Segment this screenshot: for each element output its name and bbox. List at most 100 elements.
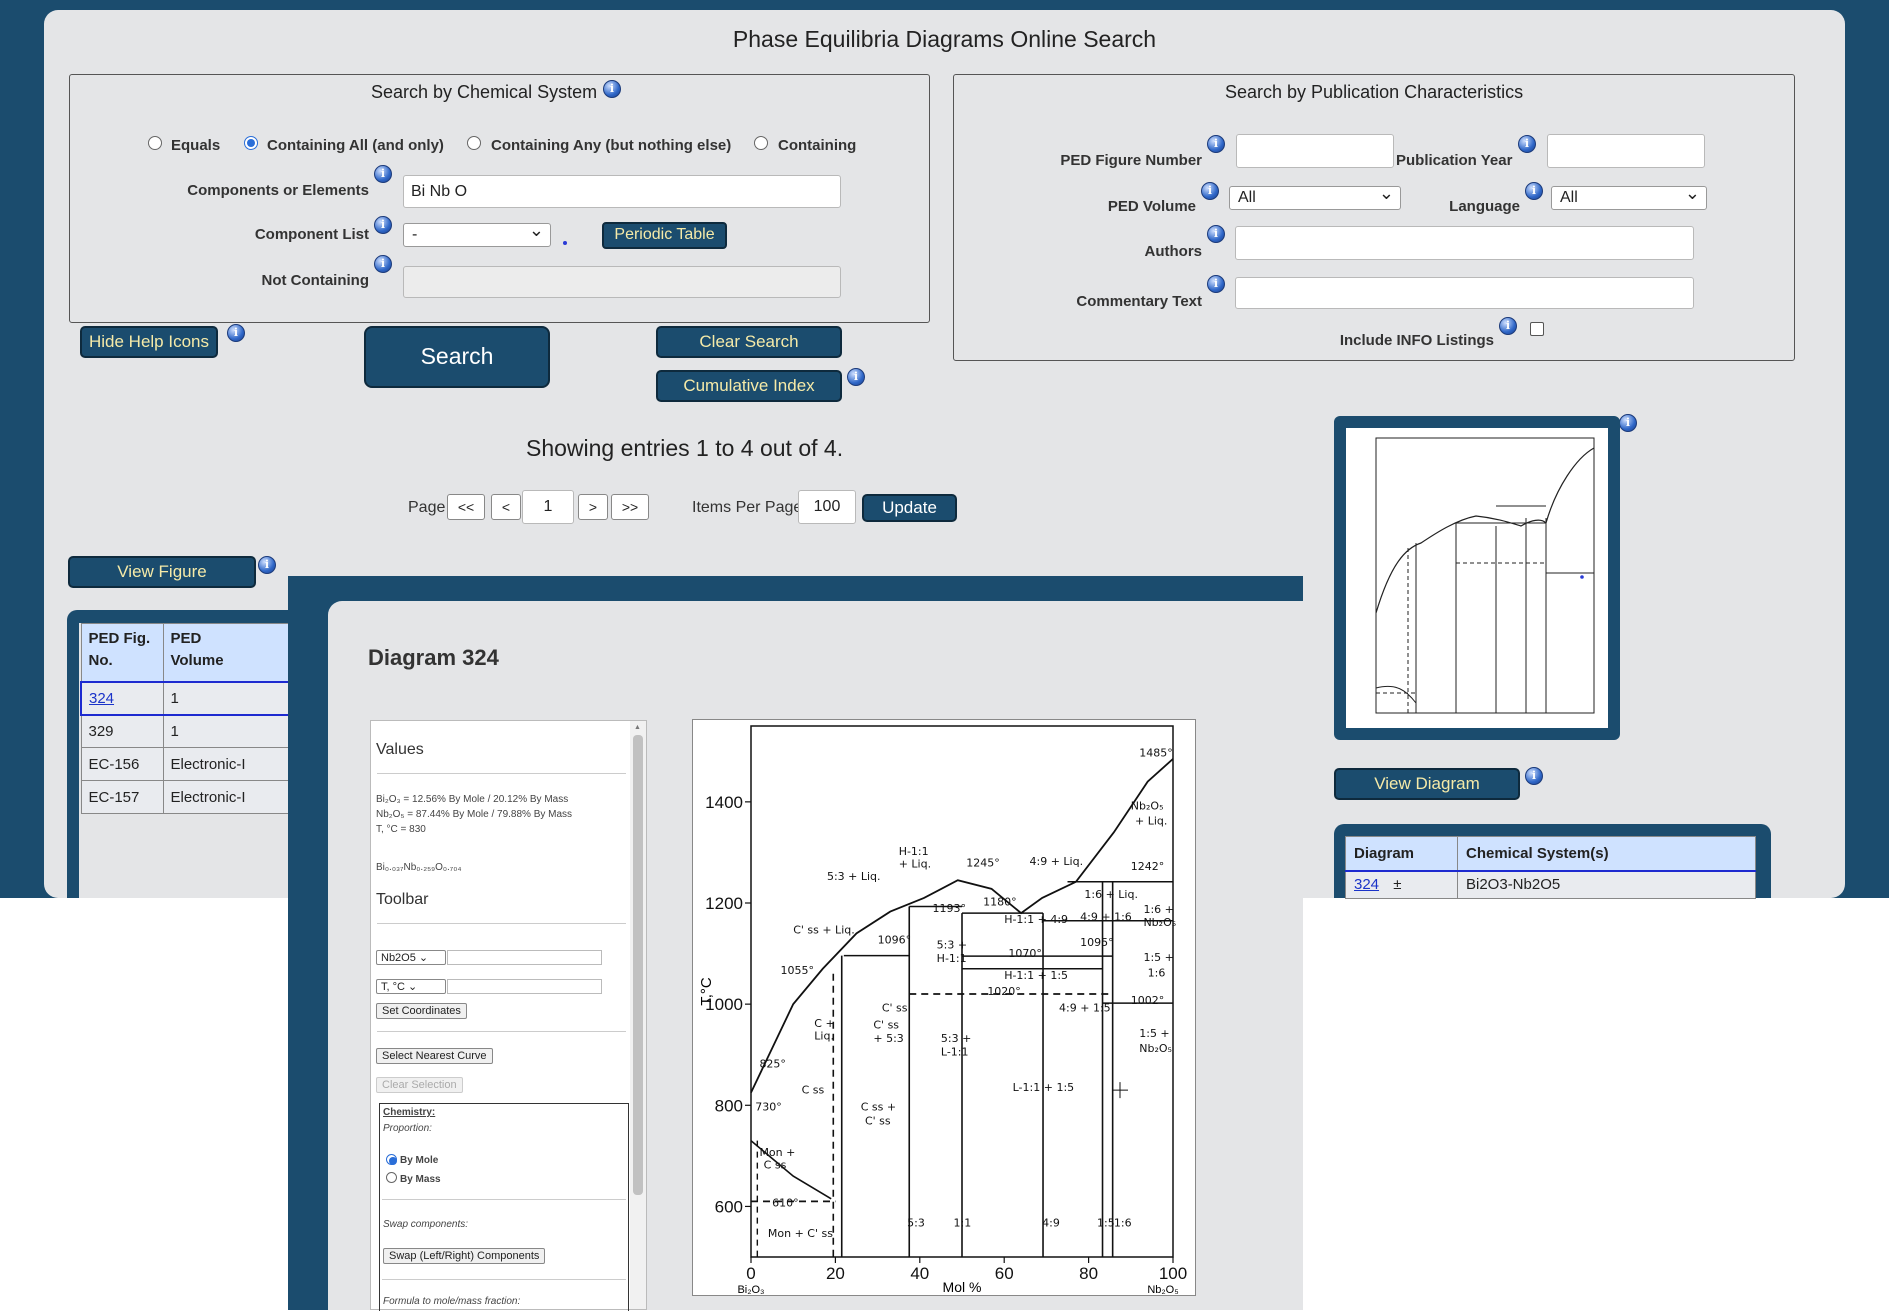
phase-field-label: L-1:1 + 1:5 bbox=[1013, 1081, 1075, 1094]
help-icon[interactable]: i bbox=[1201, 182, 1219, 200]
y-value-input[interactable] bbox=[447, 979, 602, 994]
phase-field-label: 1242° bbox=[1131, 860, 1165, 873]
diagram-link[interactable]: 324 bbox=[1354, 876, 1379, 893]
phase-field-label: C' ss bbox=[865, 1115, 891, 1128]
phase-field-label: 5:3 + bbox=[941, 1032, 971, 1045]
help-icon[interactable]: i bbox=[1499, 317, 1517, 335]
clear-search-button[interactable]: Clear Search bbox=[656, 326, 842, 358]
by-mass-radio[interactable] bbox=[386, 1172, 397, 1183]
not-containing-input[interactable] bbox=[403, 266, 841, 298]
help-icon[interactable]: i bbox=[1619, 414, 1637, 432]
phase-diagram-plot[interactable]: 0 20 40 60 80 100 600 800 1000 1200 1400 Mol % T,°C B… bbox=[692, 719, 1196, 1296]
diagram-cell[interactable]: 324 ± bbox=[1345, 869, 1458, 899]
components-input[interactable]: Bi Nb O bbox=[403, 175, 841, 208]
hide-help-icons-button[interactable]: Hide Help Icons bbox=[80, 326, 218, 358]
radio-equals[interactable] bbox=[148, 136, 162, 150]
phase-field-label: Nb₂O₅ bbox=[1139, 1042, 1172, 1055]
help-icon[interactable]: i bbox=[227, 324, 245, 342]
clear-selection-button[interactable]: Clear Selection bbox=[376, 1077, 463, 1093]
ped-volume-select[interactable]: All bbox=[1229, 183, 1401, 210]
radio-containing-any[interactable] bbox=[467, 136, 481, 150]
table-row[interactable]: 324 ± Bi2O3-Nb2O5 bbox=[1345, 869, 1756, 899]
radio-containing-all[interactable] bbox=[244, 136, 258, 150]
phase-field-label: 1:5 bbox=[1097, 1217, 1115, 1230]
phase-field-label: 1:1 bbox=[954, 1217, 972, 1230]
prev-page-button[interactable]: < bbox=[491, 494, 521, 520]
phase-field-label: C' ss + Liq. bbox=[793, 923, 855, 936]
view-figure-button[interactable]: View Figure bbox=[68, 556, 256, 588]
chemistry-panel: Chemistry: Proportion: By Mole By Mass S… bbox=[379, 1103, 629, 1311]
x-axis-label: Mol % bbox=[943, 1279, 982, 1295]
help-icon[interactable]: i bbox=[847, 368, 865, 386]
help-icon[interactable]: i bbox=[1518, 135, 1536, 153]
publication-year-input[interactable] bbox=[1547, 134, 1705, 168]
language-select[interactable]: All bbox=[1551, 183, 1707, 210]
figure-link[interactable]: 324 bbox=[89, 690, 114, 707]
component-list-select[interactable]: - bbox=[403, 220, 551, 247]
by-mole-radio[interactable] bbox=[386, 1154, 397, 1165]
table-row[interactable]: EC-156 Electronic-I bbox=[80, 747, 294, 781]
help-icon[interactable]: i bbox=[374, 165, 392, 183]
chemistry-label: Chemistry: bbox=[383, 1107, 436, 1118]
phase-field-label: C' ss bbox=[882, 1002, 908, 1015]
radio-containing-any-label: Containing Any (but nothing else) bbox=[491, 137, 732, 154]
help-icon[interactable]: i bbox=[374, 216, 392, 234]
update-button[interactable]: Update bbox=[862, 494, 957, 522]
results-count-text: Showing entries 1 to 4 out of 4. bbox=[526, 435, 844, 461]
select-nearest-curve-button[interactable]: Select Nearest Curve bbox=[376, 1048, 493, 1064]
radio-containing[interactable] bbox=[754, 136, 768, 150]
help-icon[interactable]: i bbox=[1207, 275, 1225, 293]
x-value-input[interactable] bbox=[447, 950, 602, 965]
download-icon[interactable]: ± bbox=[1393, 876, 1401, 893]
column-header-volume: PED Volume bbox=[162, 623, 294, 682]
phase-field-label: 1002° bbox=[1131, 994, 1165, 1007]
commentary-input[interactable] bbox=[1235, 277, 1694, 309]
page-number-input[interactable]: 1 bbox=[522, 490, 574, 524]
phase-field-label: H-1:1 + 4:9 bbox=[1004, 913, 1068, 926]
diagram-thumbnail-panel bbox=[1334, 416, 1620, 740]
include-info-checkbox[interactable] bbox=[1530, 322, 1544, 336]
last-page-button[interactable]: >> bbox=[611, 494, 649, 520]
view-diagram-button[interactable]: View Diagram bbox=[1334, 768, 1520, 800]
help-icon[interactable]: i bbox=[603, 80, 621, 98]
table-row[interactable]: 324 1 bbox=[80, 680, 294, 716]
phase-field-label: 5:3 bbox=[907, 1217, 925, 1230]
phase-field-label: 1:6 + bbox=[1143, 903, 1173, 916]
value-line: T, °C = 830 bbox=[376, 824, 426, 835]
authors-input[interactable] bbox=[1235, 226, 1694, 260]
include-info-label: Include INFO Listings bbox=[1339, 332, 1494, 349]
diagram-thumbnail[interactable] bbox=[1346, 428, 1608, 728]
phase-field-label: C' ss bbox=[873, 1018, 899, 1031]
help-icon[interactable]: i bbox=[1207, 135, 1225, 153]
figure-number-label: PED Figure Number bbox=[1060, 152, 1202, 169]
phase-field-label: + Liq. bbox=[899, 858, 931, 871]
swap-components-button[interactable]: Swap (Left/Right) Components bbox=[383, 1248, 546, 1264]
search-button[interactable]: Search bbox=[364, 326, 550, 388]
set-coordinates-button[interactable]: Set Coordinates bbox=[376, 1003, 467, 1019]
phase-field-label: + 5:3 bbox=[873, 1032, 903, 1045]
y-component-select[interactable]: T, °C ⌄ bbox=[376, 979, 446, 994]
help-icon[interactable]: i bbox=[374, 255, 392, 273]
figure-number-input[interactable] bbox=[1236, 134, 1394, 168]
next-page-button[interactable]: > bbox=[578, 494, 608, 520]
help-icon[interactable]: i bbox=[1207, 225, 1225, 243]
component-list-label: Component List bbox=[254, 226, 369, 243]
radio-containing-all-label: Containing All (and only) bbox=[267, 137, 444, 154]
table-row[interactable]: 329 1 bbox=[80, 714, 294, 748]
phase-field-label: + Liq. bbox=[1135, 815, 1167, 828]
value-line: Nb₂O₅ = 87.44% By Mole / 79.88% By Mass bbox=[376, 809, 573, 820]
x-component-select[interactable]: Nb2O5 ⌄ bbox=[376, 950, 446, 965]
sidebar-scrollbar[interactable]: ▲ bbox=[630, 721, 646, 1309]
periodic-table-button[interactable]: Periodic Table bbox=[602, 222, 727, 249]
help-icon[interactable]: i bbox=[1525, 767, 1543, 785]
help-icon[interactable]: i bbox=[258, 556, 276, 574]
help-icon[interactable]: i bbox=[1525, 182, 1543, 200]
first-page-button[interactable]: << bbox=[447, 494, 485, 520]
phase-field-label: 1180° bbox=[983, 896, 1017, 909]
proportion-label: Proportion: bbox=[383, 1123, 432, 1134]
phase-field-label: C ss + bbox=[861, 1100, 896, 1113]
items-per-page-input[interactable]: 100 bbox=[798, 490, 856, 524]
y-tick-label: 800 bbox=[715, 1096, 743, 1115]
cumulative-index-button[interactable]: Cumulative Index bbox=[656, 370, 842, 402]
table-row[interactable]: EC-157 Electronic-I bbox=[80, 780, 294, 814]
